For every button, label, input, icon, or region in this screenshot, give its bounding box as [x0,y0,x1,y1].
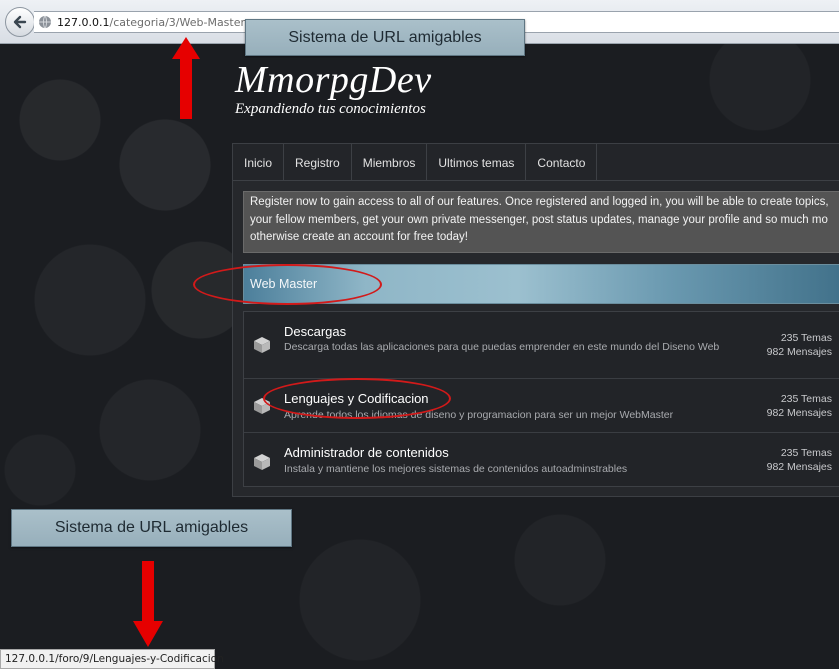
callout-label-top: Sistema de URL amigables [245,19,525,56]
forum-cube-icon [254,454,270,470]
notice-line: Register now to gain access to all of ou… [250,196,829,208]
forum-stats: 235 Temas 982 Mensajes [752,392,832,420]
register-notice: Register now to gain access to all of ou… [243,191,839,253]
highlight-ellipse-lenguajes [263,378,451,419]
nav-item-miembros[interactable]: Miembros [352,144,428,181]
main-nav: Inicio Registro Miembros Ultimos temas C… [233,144,839,181]
forum-topics-count: 235 Temas [780,447,832,459]
globe-icon [39,15,51,29]
site-title[interactable]: MmorpgDev [235,58,432,102]
url-host: 127.0.0.1 [57,15,110,29]
forum-stats: 235 Temas 982 Mensajes [752,331,832,359]
forum-title-link[interactable]: Administrador de contenidos [284,445,449,460]
forum-topics-count: 235 Temas [780,393,832,405]
forum-description: Instala y mantiene los mejores sistemas … [284,463,628,475]
back-arrow-icon [13,15,27,29]
callout-label-bottom: Sistema de URL amigables [11,509,292,547]
forum-posts-count: 982 Mensajes [766,461,832,473]
highlight-ellipse-web-master [193,264,382,305]
forum-title-link[interactable]: Descargas [284,324,346,339]
forum-topics-count: 235 Temas [780,332,832,344]
forum-row: Administrador de contenidos Instala y ma… [244,433,839,488]
nav-item-registro[interactable]: Registro [284,144,352,181]
notice-line: your fellow members, get your own privat… [250,213,828,226]
nav-item-ultimos-temas[interactable]: Ultimos temas [427,144,527,181]
red-down-arrow-icon [133,561,163,647]
forum-description: Descarga todas las aplicaciones para que… [284,341,720,353]
red-up-arrow-icon [172,37,200,119]
notice-line: otherwise create an account for free tod… [250,231,468,243]
back-button[interactable] [5,7,35,37]
forum-stats: 235 Temas 982 Mensajes [752,446,832,474]
nav-item-inicio[interactable]: Inicio [233,144,285,181]
forum-panel: Inicio Registro Miembros Ultimos temas C… [232,143,839,497]
site-tagline: Expandiendo tus conocimientos [235,101,426,117]
status-bar-url: 127.0.0.1/foro/9/Lenguajes-y-Codificacio… [0,649,224,669]
forum-cube-icon [254,337,270,353]
forum-row: Descargas Descarga todas las aplicacione… [244,312,839,379]
forum-posts-count: 982 Mensajes [766,346,832,358]
nav-item-contacto[interactable]: Contacto [526,144,598,181]
forum-posts-count: 982 Mensajes [766,407,832,419]
url-path: /categoria/3/Web-Master [109,15,246,29]
